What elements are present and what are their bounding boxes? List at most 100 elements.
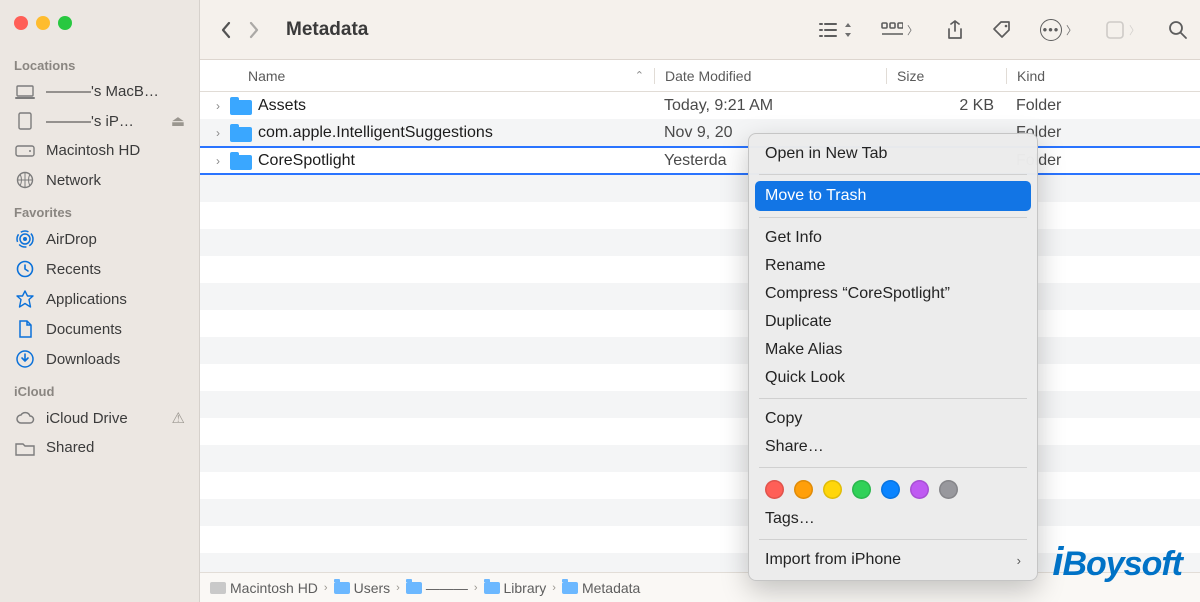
sidebar-item-documents[interactable]: Documents: [0, 314, 199, 344]
disclosure-icon[interactable]: ›: [210, 126, 226, 140]
ctx-share[interactable]: Share…: [749, 433, 1037, 461]
watermark-text: Boysoft: [1062, 545, 1182, 583]
tags-button[interactable]: [992, 20, 1012, 40]
share-button[interactable]: [946, 20, 964, 40]
path-label: Users: [354, 580, 391, 596]
sidebar-item-label: Shared: [46, 439, 185, 456]
chevron-right-icon: ›: [324, 582, 328, 594]
tag-red[interactable]: [765, 480, 784, 499]
sidebar-item-shared[interactable]: Shared: [0, 433, 199, 462]
window-controls: [0, 12, 199, 48]
search-button[interactable]: [1168, 20, 1188, 40]
chevron-right-icon: ›: [1017, 553, 1021, 568]
clock-icon: [14, 260, 36, 278]
ctx-compress[interactable]: Compress “CoreSpotlight”: [749, 280, 1037, 308]
path-label: Macintosh HD: [230, 580, 318, 596]
sidebar-item-downloads[interactable]: Downloads: [0, 344, 199, 374]
sidebar-item-icloud-drive[interactable]: iCloud Drive ⚠︎: [0, 403, 199, 433]
sidebar-item-label: Recents: [46, 261, 185, 278]
harddrive-icon: [14, 145, 36, 157]
eject-icon[interactable]: ⏏: [171, 112, 185, 130]
path-label: ———: [426, 580, 468, 596]
back-button[interactable]: [212, 16, 240, 44]
file-size: 2 KB: [886, 97, 1006, 115]
ctx-copy[interactable]: Copy: [749, 405, 1037, 433]
path-item-library[interactable]: Library: [484, 580, 547, 596]
ctx-quick-look[interactable]: Quick Look: [749, 364, 1037, 392]
fullscreen-window-button[interactable]: [58, 16, 72, 30]
path-item-macintosh-hd[interactable]: Macintosh HD: [210, 580, 318, 596]
sidebar-item-label: Macintosh HD: [46, 142, 185, 159]
minimize-window-button[interactable]: [36, 16, 50, 30]
sidebar-item-network[interactable]: Network: [0, 165, 199, 195]
harddrive-icon: [210, 582, 226, 594]
ctx-make-alias[interactable]: Make Alias: [749, 336, 1037, 364]
tag-purple[interactable]: [910, 480, 929, 499]
view-list-button[interactable]: [817, 21, 853, 39]
path-item-user[interactable]: ———: [406, 580, 468, 596]
folder-icon: [230, 124, 252, 142]
group-by-button[interactable]: 〉: [881, 22, 918, 38]
ipad-icon: [14, 112, 36, 130]
sidebar-item-ipad[interactable]: ———'s iP… ⏏: [0, 106, 199, 136]
column-header-size[interactable]: Size: [886, 68, 1006, 84]
tag-green[interactable]: [852, 480, 871, 499]
new-menu-button[interactable]: 〉: [1105, 20, 1140, 40]
column-header-date[interactable]: Date Modified: [654, 68, 886, 84]
ctx-open-new-tab[interactable]: Open in New Tab: [749, 140, 1037, 168]
sidebar-item-label: Documents: [46, 321, 185, 338]
ctx-import-iphone[interactable]: Import from iPhone ›: [749, 546, 1037, 574]
tag-blue[interactable]: [881, 480, 900, 499]
disclosure-icon[interactable]: ›: [210, 154, 226, 168]
file-row[interactable]: › Assets Today, 9:21 AM 2 KB Folder: [200, 92, 1200, 119]
ctx-move-to-trash[interactable]: Move to Trash: [755, 181, 1031, 211]
disclosure-icon[interactable]: ›: [210, 99, 226, 113]
path-item-users[interactable]: Users: [334, 580, 391, 596]
column-header-name[interactable]: Name ⌃: [200, 68, 654, 84]
tag-orange[interactable]: [794, 480, 813, 499]
chevron-right-icon: ›: [396, 582, 400, 594]
download-icon: [14, 350, 36, 368]
column-header-kind[interactable]: Kind: [1006, 68, 1200, 84]
sidebar-item-label: iCloud Drive: [46, 410, 162, 427]
column-headers: Name ⌃ Date Modified Size Kind: [200, 60, 1200, 92]
applications-icon: [14, 290, 36, 308]
menu-separator: [759, 174, 1027, 175]
ctx-get-info[interactable]: Get Info: [749, 224, 1037, 252]
sidebar-item-applications[interactable]: Applications: [0, 284, 199, 314]
file-row[interactable]: › com.apple.IntelligentSuggestions Nov 9…: [200, 119, 1200, 146]
forward-button[interactable]: [240, 16, 268, 44]
ctx-tags[interactable]: Tags…: [749, 505, 1037, 533]
ctx-duplicate[interactable]: Duplicate: [749, 308, 1037, 336]
sidebar-section-favorites: Favorites: [0, 201, 199, 224]
file-list: › Assets Today, 9:21 AM 2 KB Folder › co…: [200, 92, 1200, 602]
folder-icon: [230, 152, 252, 170]
tag-gray[interactable]: [939, 480, 958, 499]
ctx-item-label: Import from iPhone: [765, 551, 901, 569]
chevron-right-icon: ›: [552, 582, 556, 594]
folder-icon: [406, 582, 422, 594]
tag-yellow[interactable]: [823, 480, 842, 499]
shared-folder-icon: [14, 440, 36, 456]
close-window-button[interactable]: [14, 16, 28, 30]
file-row-selected[interactable]: › CoreSpotlight Yesterda Folder: [200, 146, 1200, 175]
file-name: CoreSpotlight: [258, 152, 355, 170]
toolbar: Metadata 〉 ••• 〉 〉: [200, 0, 1200, 60]
globe-icon: [14, 171, 36, 189]
sidebar-item-recents[interactable]: Recents: [0, 254, 199, 284]
sidebar-item-airdrop[interactable]: AirDrop: [0, 224, 199, 254]
menu-separator: [759, 539, 1027, 540]
folder-icon: [334, 582, 350, 594]
context-menu: Open in New Tab Move to Trash Get Info R…: [748, 133, 1038, 581]
column-header-label: Name: [248, 68, 285, 84]
sidebar-item-macbook[interactable]: ———'s MacB…: [0, 77, 199, 106]
document-icon: [14, 320, 36, 338]
sidebar-item-macintosh-hd[interactable]: Macintosh HD: [0, 136, 199, 165]
action-menu-button[interactable]: ••• 〉: [1040, 19, 1077, 41]
ctx-rename[interactable]: Rename: [749, 252, 1037, 280]
path-label: Metadata: [582, 580, 640, 596]
path-item-metadata[interactable]: Metadata: [562, 580, 640, 596]
path-bar: Macintosh HD › Users › ——— › Library › M…: [200, 572, 1200, 602]
menu-separator: [759, 467, 1027, 468]
sidebar-item-label: Network: [46, 172, 185, 189]
